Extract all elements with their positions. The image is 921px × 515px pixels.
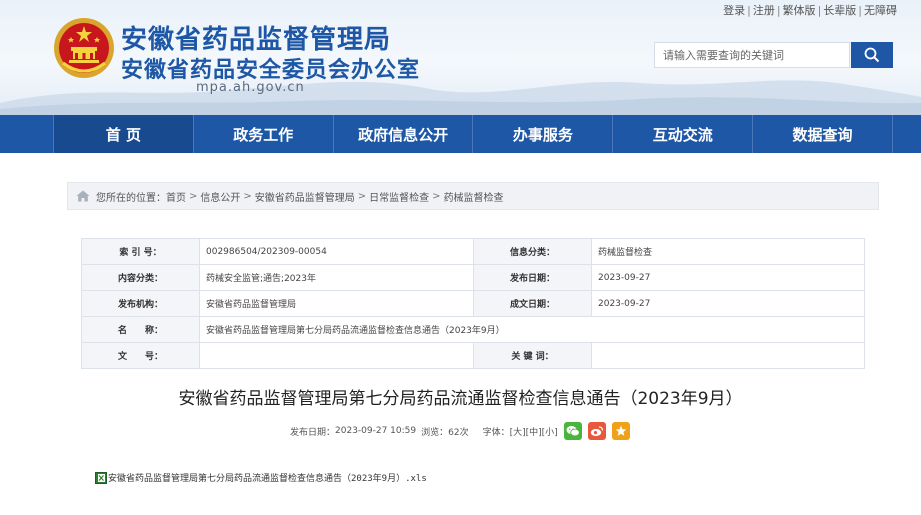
nav-item-interaction[interactable]: 互动交流 [613, 115, 754, 153]
name-value: 安徽省药品监督管理局第七分局药品流通监督检查信息通告（2023年9月） [199, 316, 865, 343]
accessibility-link[interactable]: 无障碍 [864, 4, 897, 17]
font-size-label: 字体： [482, 427, 510, 438]
search-icon [864, 47, 880, 63]
index-label: 索 引 号： [81, 238, 200, 265]
publish-date-label: 发布日期： [473, 264, 592, 291]
breadcrumb-drug-device-inspection[interactable]: 药械监督检查 [444, 189, 504, 204]
table-row: 名 称： 安徽省药品监督管理局第七分局药品流通监督检查信息通告（2023年9月） [81, 316, 865, 343]
doc-number-label: 文 号： [81, 342, 200, 369]
category-label: 信息分类： [473, 238, 592, 265]
top-links: 登录 | 注册 | 繁体版 | 长辈版 | 无障碍 [723, 4, 897, 17]
table-row: 索 引 号： 002986504/202309-00054 信息分类： 药械监督… [81, 238, 865, 265]
written-date-label: 成文日期： [473, 290, 592, 317]
written-date-value: 2023-09-27 [591, 290, 865, 317]
publish-datetime: 2023-09-27 10:59 [335, 426, 417, 436]
nav-item-government-affairs[interactable]: 政务工作 [194, 115, 334, 153]
traditional-chinese-link[interactable]: 繁体版 [783, 4, 816, 17]
excel-file-icon [95, 471, 107, 484]
weibo-icon[interactable] [587, 422, 606, 440]
index-value: 002986504/202309-00054 [199, 238, 474, 265]
site-title: 安徽省药品监督管理局 [121, 25, 392, 55]
publish-date-value: 2023-09-27 [591, 264, 865, 291]
national-emblem-icon [54, 18, 114, 78]
publisher-value: 安徽省药品监督管理局 [199, 290, 474, 317]
content-category-value: 药械安全监管;通告;2023年 [199, 264, 474, 291]
wechat-icon[interactable] [563, 422, 582, 440]
content-category-label: 内容分类： [81, 264, 200, 291]
publish-prefix: 发布日期： [290, 427, 336, 438]
search-input[interactable] [654, 42, 850, 68]
site-header: 安徽省药品监督管理局 安徽省药品安全委员会办公室 mpa.ah.gov.cn 登… [0, 0, 921, 115]
breadcrumb-prefix: 您所在的位置： [96, 192, 166, 204]
article-title: 安徽省药品监督管理局第七分局药品流通监督检查信息通告（2023年9月） [178, 389, 743, 409]
nav-item-home[interactable]: 首 页 [53, 115, 194, 153]
elderly-mode-link[interactable]: 长辈版 [823, 4, 856, 17]
search-button[interactable] [851, 42, 893, 68]
login-link[interactable]: 登录 [723, 4, 745, 17]
nav-item-information-disclosure[interactable]: 政府信息公开 [334, 115, 474, 153]
breadcrumb: 您所在的位置： 首页 > 信息公开 > 安徽省药品监督管理局 > 日常监督检查 … [67, 182, 879, 210]
view-count: 浏览：62次 [421, 427, 469, 438]
nav-item-data-query[interactable]: 数据查询 [753, 115, 893, 153]
doc-number-value [199, 342, 474, 369]
publisher-label: 发布机构： [81, 290, 200, 317]
keywords-label: 关 键 词： [473, 342, 592, 369]
article-meta: 发布日期： 2023-09-27 10:59 浏览：62次 字体： [大] [中… [290, 421, 630, 441]
document-info-table: 索 引 号： 002986504/202309-00054 信息分类： 药械监督… [81, 238, 865, 369]
site-domain: mpa.ah.gov.cn [196, 80, 305, 95]
category-value: 药械监督检查 [591, 238, 865, 265]
favorite-icon[interactable] [611, 422, 630, 440]
attachment-name: 安徽省药品监督管理局第七分局药品流通监督检查信息通告（2023年9月）.xls [108, 474, 427, 484]
main-nav: 首 页 政务工作 政府信息公开 办事服务 互动交流 数据查询 [0, 115, 921, 153]
home-icon [76, 190, 90, 202]
font-size-small-button[interactable]: [小] [542, 425, 558, 438]
breadcrumb-daily-inspection[interactable]: 日常监督检查 [369, 189, 429, 204]
table-row: 发布机构： 安徽省药品监督管理局 成文日期： 2023-09-27 [81, 290, 865, 317]
breadcrumb-bureau[interactable]: 安徽省药品监督管理局 [255, 189, 355, 204]
table-row: 文 号： 关 键 词： [81, 342, 865, 369]
nav-item-services[interactable]: 办事服务 [473, 115, 614, 153]
name-label: 名 称： [81, 316, 200, 343]
breadcrumb-info-disclosure[interactable]: 信息公开 [200, 189, 240, 204]
font-size-large-button[interactable]: [大] [510, 425, 526, 438]
breadcrumb-home[interactable]: 首页 [166, 189, 186, 204]
font-size-medium-button[interactable]: [中] [526, 425, 542, 438]
keywords-value [591, 342, 865, 369]
table-row: 内容分类： 药械安全监管;通告;2023年 发布日期： 2023-09-27 [81, 264, 865, 291]
register-link[interactable]: 注册 [753, 4, 775, 17]
attachment-link[interactable]: 安徽省药品监督管理局第七分局药品流通监督检查信息通告（2023年9月）.xls [95, 471, 427, 484]
